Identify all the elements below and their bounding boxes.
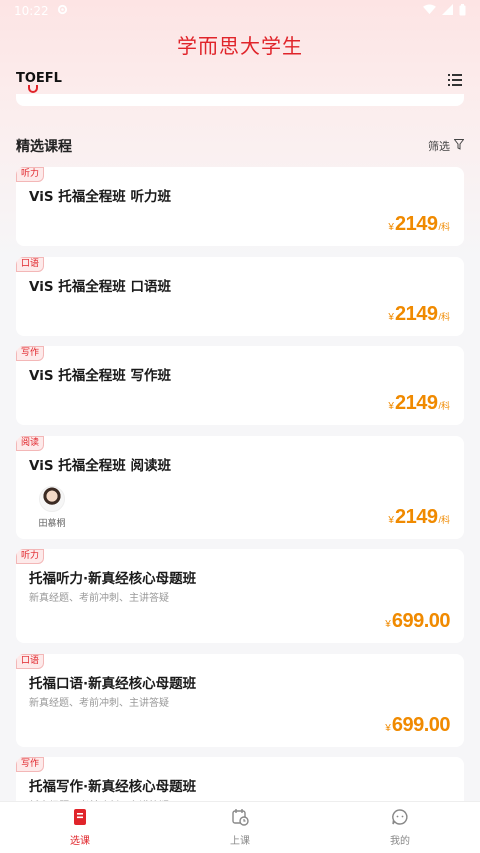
course-title: 托福听力·新真经核心母题班 xyxy=(29,571,197,587)
chat-face-icon xyxy=(391,808,409,829)
nav-item-mine[interactable]: 我的 xyxy=(320,802,480,853)
price-amount: 699.00 xyxy=(391,610,451,632)
bottom-nav: 选课 上课 我的 xyxy=(0,801,480,853)
price-currency: ¥ xyxy=(388,222,394,233)
course-title: ViS 托福全程班 口语班 xyxy=(29,279,171,295)
course-price: ¥ 699.00 xyxy=(385,714,450,737)
price-unit: /科 xyxy=(438,222,450,232)
course-title: 托福口语·新真经核心母题班 xyxy=(29,676,197,692)
course-title: 托福写作·新真经核心母题班 xyxy=(29,779,197,795)
price-currency: ¥ xyxy=(388,401,394,412)
price-currency: ¥ xyxy=(388,515,394,526)
price-currency: ¥ xyxy=(388,312,394,323)
filter-funnel-icon xyxy=(453,139,465,153)
price-unit: /科 xyxy=(438,515,450,525)
price-amount: 2149 xyxy=(394,392,438,414)
app-title: 学而思大学生 xyxy=(177,34,303,58)
course-tag: 阅读 xyxy=(16,436,45,451)
price-currency: ¥ xyxy=(385,619,391,630)
calendar-clock-icon xyxy=(231,808,249,829)
status-bar: 10:22 xyxy=(0,0,480,22)
battery-icon xyxy=(459,3,466,19)
status-time: 10:22 xyxy=(14,4,49,18)
course-subtitle: 新真经题、考前冲刺、主讲答疑 xyxy=(29,698,169,709)
teacher-avatar xyxy=(39,486,65,512)
settings-gear-icon xyxy=(57,4,68,18)
course-tag: 口语 xyxy=(16,257,45,272)
course-price: ¥ 2149 /科 xyxy=(388,303,450,326)
category-tab-bar: TOEFL xyxy=(16,68,464,93)
teacher-info: 田慕桐 xyxy=(32,486,72,529)
course-tag: 写作 xyxy=(16,346,45,361)
tab-toefl-label: TOEFL xyxy=(16,70,62,86)
price-unit: /科 xyxy=(438,312,450,322)
price-amount: 2149 xyxy=(394,213,438,235)
price-currency: ¥ xyxy=(385,723,391,734)
course-tag: 听力 xyxy=(16,167,45,182)
course-title: ViS 托福全程班 阅读班 xyxy=(29,458,171,474)
course-tag: 口语 xyxy=(16,654,45,669)
price-amount: 2149 xyxy=(394,303,438,325)
course-price: ¥ 2149 /科 xyxy=(388,506,450,529)
tab-active-indicator xyxy=(28,84,38,93)
section-title: 精选课程 xyxy=(16,139,72,155)
course-card[interactable]: 听力 托福听力·新真经核心母题班 新真经题、考前冲刺、主讲答疑 ¥ 699.00 xyxy=(16,549,464,643)
course-card[interactable]: 听力 ViS 托福全程班 听力班 ¥ 2149 /科 xyxy=(16,167,464,246)
course-select-icon xyxy=(71,808,89,829)
category-list-icon[interactable] xyxy=(448,71,464,86)
course-tag: 写作 xyxy=(16,757,45,772)
wifi-icon xyxy=(423,4,436,18)
course-card[interactable]: 口语 ViS 托福全程班 口语班 ¥ 2149 /科 xyxy=(16,257,464,336)
nav-item-course-select[interactable]: 选课 xyxy=(0,802,160,853)
nav-label: 选课 xyxy=(70,836,90,847)
filter-label: 筛选 xyxy=(428,140,450,153)
nav-item-class[interactable]: 上课 xyxy=(160,802,320,853)
tab-toefl[interactable]: TOEFL xyxy=(16,70,62,93)
course-title: ViS 托福全程班 写作班 xyxy=(29,368,171,384)
price-amount: 2149 xyxy=(394,506,438,528)
nav-label: 上课 xyxy=(230,836,250,847)
course-price: ¥ 2149 /科 xyxy=(388,392,450,415)
teacher-name: 田慕桐 xyxy=(38,519,66,529)
course-card[interactable]: 口语 托福口语·新真经核心母题班 新真经题、考前冲刺、主讲答疑 ¥ 699.00 xyxy=(16,654,464,747)
price-unit: /科 xyxy=(438,401,450,411)
nav-label: 我的 xyxy=(390,836,410,847)
course-card[interactable]: 写作 ViS 托福全程班 写作班 ¥ 2149 /科 xyxy=(16,346,464,425)
course-tag: 听力 xyxy=(16,549,45,564)
course-price: ¥ 2149 /科 xyxy=(388,213,450,236)
filter-button[interactable]: 筛选 xyxy=(428,138,465,154)
course-card[interactable]: 阅读 ViS 托福全程班 阅读班 田慕桐 ¥ 2149 /科 xyxy=(16,436,464,539)
course-title: ViS 托福全程班 听力班 xyxy=(29,189,171,205)
section-header: 精选课程 筛选 xyxy=(16,136,465,156)
price-amount: 699.00 xyxy=(391,714,451,736)
course-subtitle: 新真经题、考前冲刺、主讲答疑 xyxy=(29,593,169,604)
banner-card-partial[interactable] xyxy=(16,94,464,106)
course-price: ¥ 699.00 xyxy=(385,610,450,633)
signal-icon xyxy=(442,4,453,18)
